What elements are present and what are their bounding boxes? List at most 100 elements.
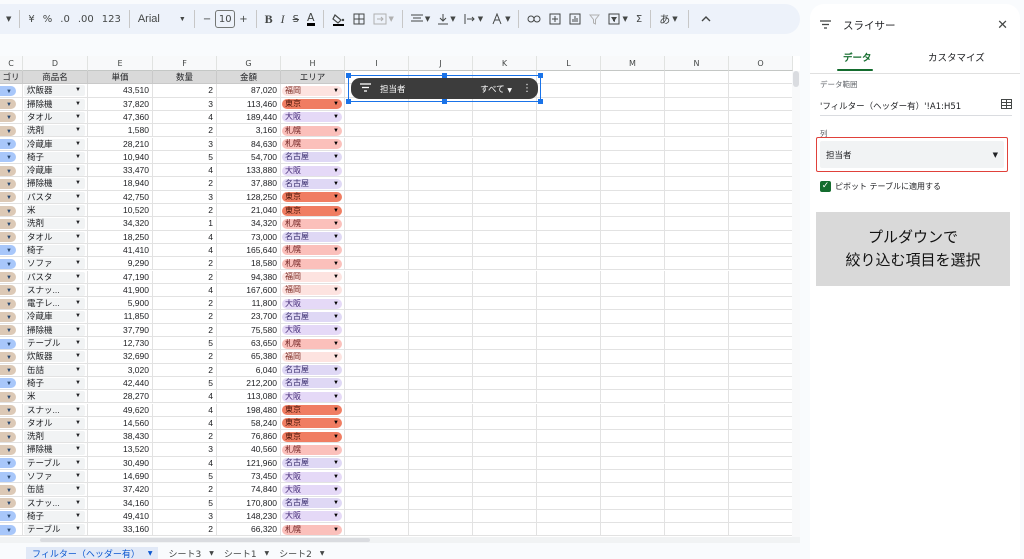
area-chip[interactable]: 大阪 ▼ — [282, 391, 342, 402]
cell[interactable] — [601, 217, 665, 231]
unit-price-cell[interactable]: 33,160 — [88, 523, 153, 537]
category-chip[interactable]: ▼ — [0, 152, 16, 163]
amount-cell[interactable]: 128,250 — [217, 190, 281, 204]
cell[interactable]: ▼ — [0, 217, 23, 231]
cell[interactable]: 大阪 ▼ — [281, 110, 345, 125]
check-icon[interactable]: ✓ — [820, 181, 831, 192]
cell[interactable] — [665, 283, 729, 298]
cell[interactable] — [345, 323, 409, 337]
cell[interactable] — [729, 430, 793, 444]
cell[interactable]: ▼ — [0, 204, 23, 218]
quantity-cell[interactable]: 4 — [153, 164, 217, 178]
quantity-cell[interactable]: 5 — [153, 337, 217, 351]
cell[interactable]: 洗剤 ▼ — [23, 124, 88, 138]
cell[interactable] — [601, 496, 665, 510]
category-chip[interactable]: ▼ — [0, 112, 16, 123]
cell[interactable] — [729, 310, 793, 324]
unit-price-cell[interactable]: 18,250 — [88, 230, 153, 244]
category-chip[interactable]: ▼ — [0, 165, 16, 176]
cell[interactable] — [665, 470, 729, 484]
column-header[interactable]: F — [153, 56, 217, 71]
cell[interactable] — [537, 137, 601, 151]
product-chip[interactable]: 米 ▼ — [24, 205, 85, 216]
area-chip[interactable]: 名古屋 ▼ — [282, 498, 342, 509]
cell[interactable] — [537, 416, 601, 431]
cell[interactable]: 名古屋 ▼ — [281, 230, 345, 244]
quantity-cell[interactable]: 3 — [153, 137, 217, 151]
cell[interactable] — [665, 164, 729, 178]
cell[interactable] — [537, 230, 601, 244]
amount-cell[interactable]: 65,380 — [217, 350, 281, 364]
cell[interactable] — [409, 363, 473, 377]
amount-cell[interactable]: 165,640 — [217, 243, 281, 258]
cell[interactable] — [665, 71, 729, 85]
cell[interactable]: ▼ — [0, 509, 23, 524]
amount-cell[interactable]: 23,700 — [217, 310, 281, 324]
area-chip[interactable]: 大阪 ▼ — [282, 511, 342, 522]
cell[interactable] — [345, 390, 409, 404]
amount-cell[interactable]: 54,700 — [217, 150, 281, 165]
category-chip[interactable]: ▼ — [0, 431, 16, 442]
area-chip[interactable]: 福岡 ▼ — [282, 272, 342, 282]
font-size-input[interactable]: 10 — [215, 10, 236, 28]
unit-price-cell[interactable]: 5,900 — [88, 297, 153, 311]
cell[interactable] — [473, 310, 537, 324]
cell[interactable] — [473, 456, 537, 470]
category-chip[interactable]: ▼ — [0, 498, 16, 509]
cell[interactable]: テーブル ▼ — [23, 523, 88, 537]
cell[interactable] — [729, 97, 793, 111]
cell[interactable] — [665, 323, 729, 337]
amount-cell[interactable]: 133,880 — [217, 164, 281, 178]
cell[interactable] — [409, 323, 473, 337]
cell[interactable] — [665, 523, 729, 537]
unit-price-cell[interactable]: 18,940 — [88, 177, 153, 191]
unit-price-cell[interactable]: 38,430 — [88, 430, 153, 444]
cell[interactable] — [537, 310, 601, 324]
amount-cell[interactable]: 121,960 — [217, 456, 281, 470]
cell[interactable] — [537, 190, 601, 204]
amount-cell[interactable]: 73,000 — [217, 230, 281, 244]
category-chip[interactable]: ▼ — [0, 205, 16, 216]
product-chip[interactable]: ソファ ▼ — [24, 471, 85, 482]
category-chip[interactable]: ▼ — [0, 311, 16, 322]
cell[interactable] — [601, 71, 665, 85]
cell[interactable] — [729, 337, 793, 351]
cell[interactable]: 名古屋 ▼ — [281, 496, 345, 510]
cell[interactable] — [729, 124, 793, 138]
cell[interactable] — [537, 71, 601, 85]
unit-price-cell[interactable]: 47,190 — [88, 270, 153, 284]
cell[interactable] — [473, 523, 537, 537]
vertical-align-icon[interactable]: ▼ — [434, 7, 459, 31]
cell[interactable] — [537, 323, 601, 337]
cell[interactable]: ▼ — [0, 323, 23, 337]
cell[interactable] — [409, 483, 473, 497]
cell[interactable] — [537, 376, 601, 391]
area-chip[interactable]: 札幌 ▼ — [282, 338, 342, 349]
zoom-dropdown[interactable]: ▼ — [0, 7, 15, 31]
cell[interactable]: 札幌 ▼ — [281, 217, 345, 231]
cell[interactable] — [729, 350, 793, 364]
cell[interactable] — [665, 204, 729, 218]
quantity-cell[interactable]: 2 — [153, 430, 217, 444]
unit-price-cell[interactable]: 41,900 — [88, 283, 153, 298]
cell[interactable]: ▼ — [0, 416, 23, 431]
cell[interactable] — [473, 416, 537, 431]
area-chip[interactable]: 札幌 ▼ — [282, 125, 342, 136]
column-header[interactable]: H — [281, 56, 345, 71]
cell[interactable] — [473, 323, 537, 337]
cell[interactable] — [473, 430, 537, 444]
cell[interactable]: 札幌 ▼ — [281, 243, 345, 258]
category-chip[interactable]: ▼ — [0, 391, 16, 402]
cell[interactable] — [473, 257, 537, 271]
cell[interactable] — [601, 283, 665, 298]
quantity-cell[interactable]: 3 — [153, 97, 217, 111]
cell[interactable]: スナッ... ▼ — [23, 283, 88, 298]
chevron-down-icon[interactable]: ▼ — [209, 550, 214, 557]
cell[interactable]: ▼ — [0, 443, 23, 457]
cell[interactable] — [473, 230, 537, 244]
cell[interactable] — [665, 390, 729, 404]
cell[interactable] — [345, 363, 409, 377]
area-chip[interactable]: 大阪 ▼ — [282, 112, 342, 123]
cell[interactable]: 掃除機 ▼ — [23, 177, 88, 191]
area-chip[interactable]: 東京 ▼ — [282, 431, 342, 442]
